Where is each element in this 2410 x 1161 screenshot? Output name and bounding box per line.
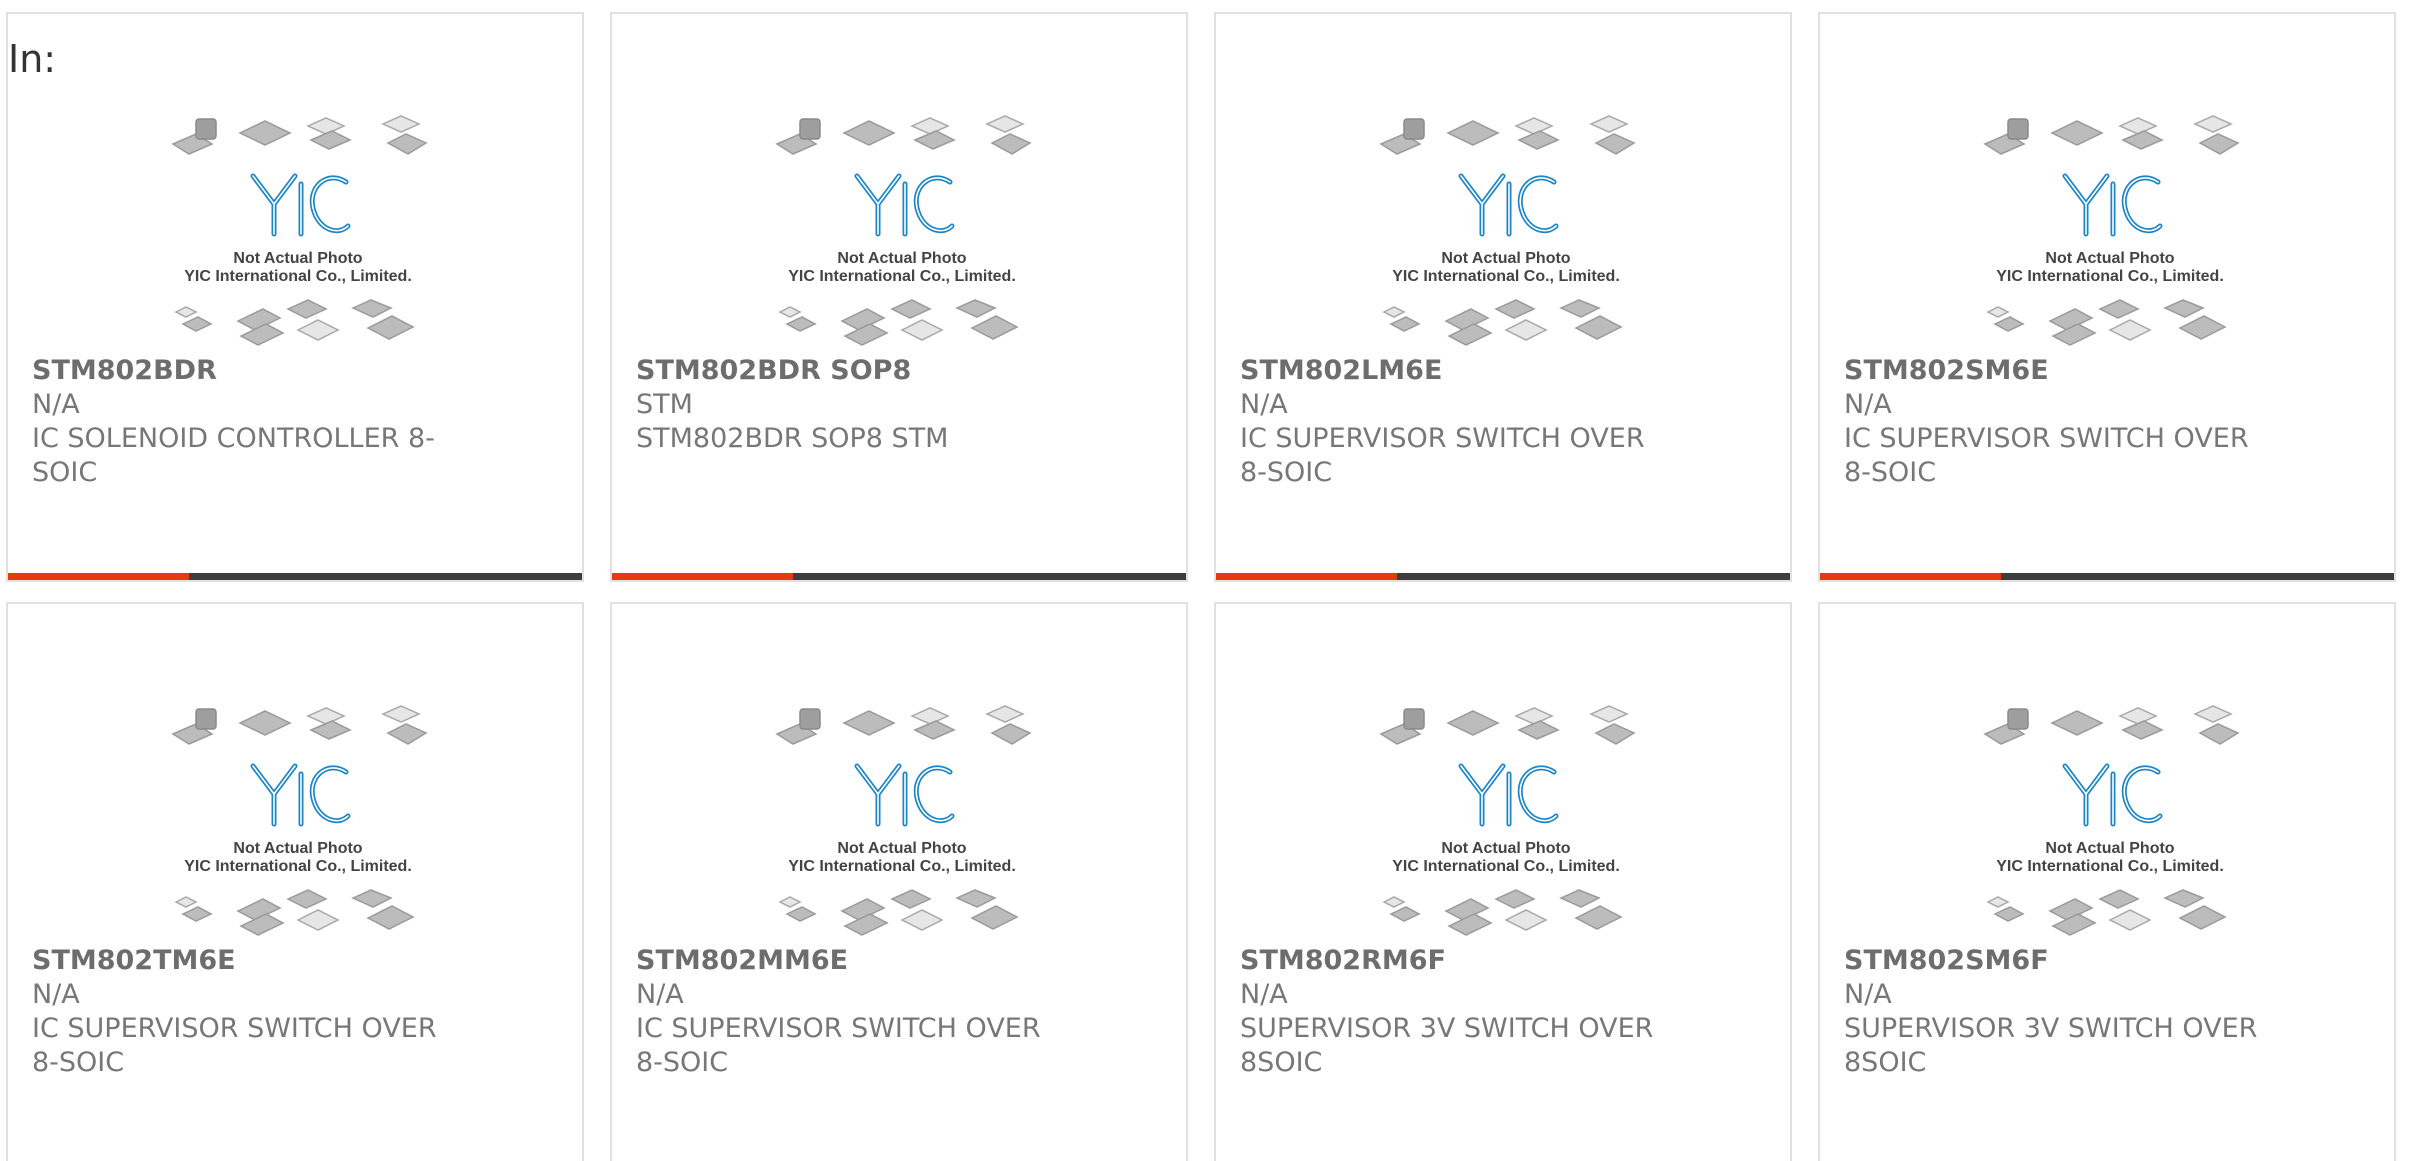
product-card[interactable]: Not Actual Photo YIC International Co., … bbox=[1818, 602, 2396, 1161]
description-line: IC SUPERVISOR SWITCH OVER bbox=[32, 1013, 437, 1044]
not-actual-photo-image: Not Actual Photo YIC International Co., … bbox=[171, 705, 428, 936]
yic-logo-icon bbox=[1458, 763, 1559, 827]
not-actual-photo-caption: Not Actual Photo bbox=[233, 250, 362, 267]
product-card[interactable]: Not Actual Photo YIC International Co., … bbox=[1214, 602, 1792, 1161]
not-actual-photo-caption: Not Actual Photo bbox=[1441, 840, 1570, 857]
product-info: STM802MM6E N/A IC SUPERVISOR SWITCH OVER… bbox=[636, 944, 1056, 1080]
description-line: SOIC bbox=[32, 457, 98, 488]
part-number[interactable]: STM802BDR SOP8 bbox=[636, 354, 1056, 388]
description: SUPERVISOR 3V SWITCH OVER 8SOIC bbox=[1240, 1012, 1660, 1080]
not-actual-photo-image: Not Actual Photo YIC International Co., … bbox=[1379, 705, 1636, 936]
not-actual-photo-image: Not Actual Photo YIC International Co., … bbox=[1379, 115, 1636, 346]
company-caption: YIC International Co., Limited. bbox=[184, 858, 412, 875]
product-card[interactable]: Not Actual Photo YIC International Co., … bbox=[1214, 12, 1792, 582]
description-line: 8SOIC bbox=[1240, 1047, 1323, 1078]
product-info: STM802BDR SOP8 STM STM802BDR SOP8 STM bbox=[636, 354, 1056, 456]
description: IC SOLENOID CONTROLLER 8- SOIC bbox=[32, 422, 452, 490]
not-actual-photo-caption: Not Actual Photo bbox=[2045, 840, 2174, 857]
card-progress-bar bbox=[612, 573, 1186, 580]
product-info: STM802SM6F N/A SUPERVISOR 3V SWITCH OVER… bbox=[1844, 944, 2264, 1080]
description: IC SUPERVISOR SWITCH OVER 8-SOIC bbox=[32, 1012, 452, 1080]
description-line: 8-SOIC bbox=[32, 1047, 125, 1078]
product-info: STM802SM6E N/A IC SUPERVISOR SWITCH OVER… bbox=[1844, 354, 2264, 490]
description: IC SUPERVISOR SWITCH OVER 8-SOIC bbox=[1844, 422, 2264, 490]
not-actual-photo-image: Not Actual Photo YIC International Co., … bbox=[775, 705, 1032, 936]
description-line: 8-SOIC bbox=[636, 1047, 729, 1078]
product-card[interactable]: Not Actual Photo YIC International Co., … bbox=[610, 12, 1188, 582]
not-actual-photo-caption: Not Actual Photo bbox=[837, 250, 966, 267]
manufacturer: N/A bbox=[1844, 389, 1892, 420]
part-number[interactable]: STM802LM6E bbox=[1240, 354, 1660, 388]
description-line: IC SUPERVISOR SWITCH OVER bbox=[1240, 423, 1645, 454]
product-card[interactable]: Not Actual Photo YIC International Co., … bbox=[610, 602, 1188, 1161]
card-progress-bar bbox=[1216, 573, 1790, 580]
manufacturer: N/A bbox=[636, 979, 684, 1010]
not-actual-photo-image: Not Actual Photo YIC International Co., … bbox=[775, 115, 1032, 346]
description-line: SUPERVISOR 3V SWITCH OVER bbox=[1240, 1013, 1654, 1044]
product-info: STM802LM6E N/A IC SUPERVISOR SWITCH OVER… bbox=[1240, 354, 1660, 490]
card-progress-fill bbox=[1820, 573, 2001, 580]
not-actual-photo-caption: Not Actual Photo bbox=[1441, 250, 1570, 267]
product-info: STM802RM6F N/A SUPERVISOR 3V SWITCH OVER… bbox=[1240, 944, 1660, 1080]
description: IC SUPERVISOR SWITCH OVER 8-SOIC bbox=[1240, 422, 1660, 490]
company-caption: YIC International Co., Limited. bbox=[1392, 268, 1620, 285]
yic-logo-icon bbox=[2062, 173, 2163, 237]
yic-logo-icon bbox=[1458, 173, 1559, 237]
company-caption: YIC International Co., Limited. bbox=[788, 858, 1016, 875]
card-progress-bar bbox=[1820, 573, 2394, 580]
not-actual-photo-caption: Not Actual Photo bbox=[2045, 250, 2174, 267]
manufacturer: STM bbox=[636, 389, 693, 420]
product-card[interactable]: Not Actual Photo YIC International Co., … bbox=[6, 12, 584, 582]
not-actual-photo-caption: Not Actual Photo bbox=[837, 840, 966, 857]
card-progress-bar bbox=[8, 573, 582, 580]
company-caption: YIC International Co., Limited. bbox=[184, 268, 412, 285]
manufacturer: N/A bbox=[1844, 979, 1892, 1010]
card-progress-fill bbox=[612, 573, 793, 580]
card-progress-fill bbox=[1216, 573, 1397, 580]
part-number[interactable]: STM802SM6E bbox=[1844, 354, 2264, 388]
description-line: IC SUPERVISOR SWITCH OVER bbox=[636, 1013, 1041, 1044]
product-card[interactable]: Not Actual Photo YIC International Co., … bbox=[6, 602, 584, 1161]
not-actual-photo-image: Not Actual Photo YIC International Co., … bbox=[171, 115, 428, 346]
company-caption: YIC International Co., Limited. bbox=[1996, 858, 2224, 875]
description-line: 8SOIC bbox=[1844, 1047, 1927, 1078]
description: SUPERVISOR 3V SWITCH OVER 8SOIC bbox=[1844, 1012, 2264, 1080]
part-number[interactable]: STM802RM6F bbox=[1240, 944, 1660, 978]
part-number[interactable]: STM802MM6E bbox=[636, 944, 1056, 978]
manufacturer: N/A bbox=[32, 389, 80, 420]
part-number[interactable]: STM802BDR bbox=[32, 354, 452, 388]
manufacturer: N/A bbox=[1240, 979, 1288, 1010]
part-number[interactable]: STM802TM6E bbox=[32, 944, 452, 978]
yic-logo-icon bbox=[250, 763, 351, 827]
part-number[interactable]: STM802SM6F bbox=[1844, 944, 2264, 978]
manufacturer: N/A bbox=[1240, 389, 1288, 420]
yic-logo-icon bbox=[854, 173, 955, 237]
company-caption: YIC International Co., Limited. bbox=[1996, 268, 2224, 285]
not-actual-photo-caption: Not Actual Photo bbox=[233, 840, 362, 857]
company-caption: YIC International Co., Limited. bbox=[788, 268, 1016, 285]
description-line: IC SOLENOID CONTROLLER 8- bbox=[32, 423, 435, 454]
card-progress-fill bbox=[8, 573, 189, 580]
in-label: In: bbox=[8, 37, 57, 81]
yic-logo-icon bbox=[854, 763, 955, 827]
yic-logo-icon bbox=[250, 173, 351, 237]
description: IC SUPERVISOR SWITCH OVER 8-SOIC bbox=[636, 1012, 1056, 1080]
manufacturer: N/A bbox=[32, 979, 80, 1010]
yic-logo-icon bbox=[2062, 763, 2163, 827]
product-card[interactable]: Not Actual Photo YIC International Co., … bbox=[1818, 12, 2396, 582]
product-info: STM802TM6E N/A IC SUPERVISOR SWITCH OVER… bbox=[32, 944, 452, 1080]
description-line: 8-SOIC bbox=[1844, 457, 1937, 488]
company-caption: YIC International Co., Limited. bbox=[1392, 858, 1620, 875]
description-line: IC SUPERVISOR SWITCH OVER bbox=[1844, 423, 2249, 454]
description-line: SUPERVISOR 3V SWITCH OVER bbox=[1844, 1013, 2258, 1044]
description-line: STM802BDR SOP8 STM bbox=[636, 423, 949, 454]
description-line: 8-SOIC bbox=[1240, 457, 1333, 488]
not-actual-photo-image: Not Actual Photo YIC International Co., … bbox=[1983, 115, 2240, 346]
not-actual-photo-image: Not Actual Photo YIC International Co., … bbox=[1983, 705, 2240, 936]
product-info: STM802BDR N/A IC SOLENOID CONTROLLER 8- … bbox=[32, 354, 452, 490]
description: STM802BDR SOP8 STM bbox=[636, 422, 1056, 456]
product-grid-page: Not Actual Photo YIC International Co., … bbox=[0, 0, 2410, 1161]
